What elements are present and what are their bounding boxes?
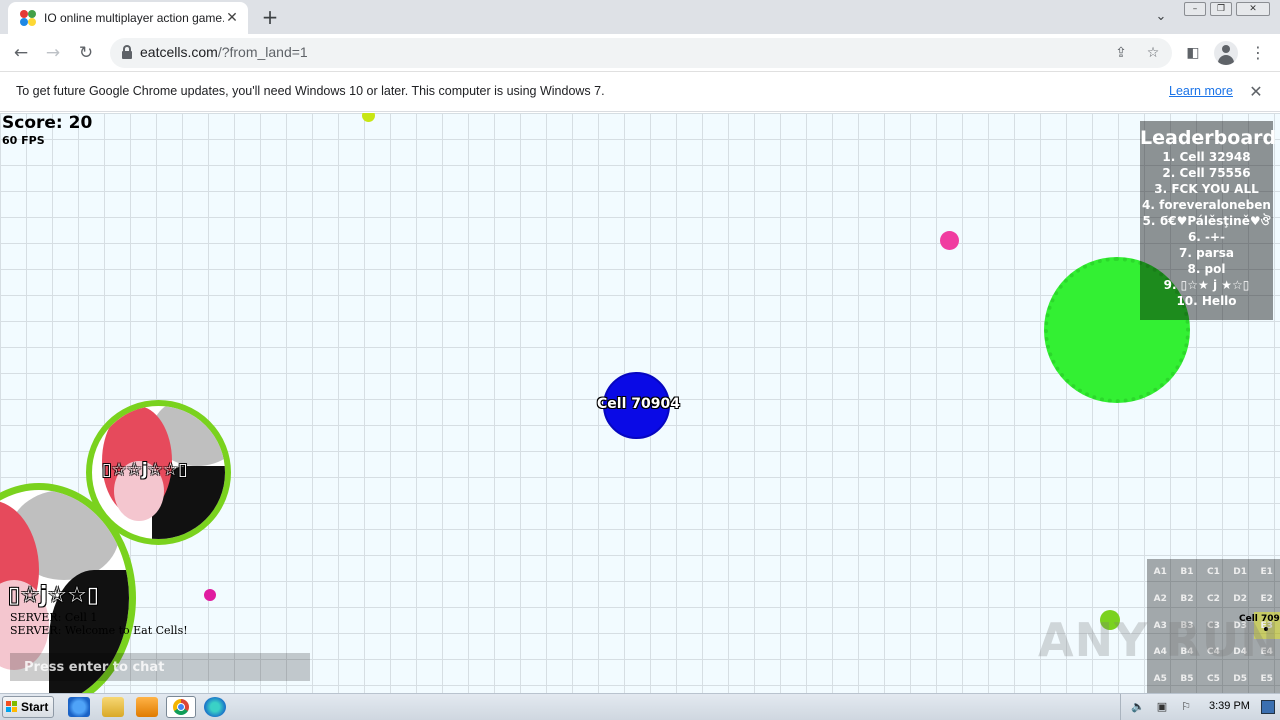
leaderboard: Leaderboard 1. Cell 32948 2. Cell 75556 3.… — [1140, 121, 1277, 320]
minimap-sector: A2 — [1153, 593, 1167, 604]
leaderboard-entry: 8. pol — [1187, 262, 1226, 276]
update-infobar: To get future Google Chrome updates, you… — [0, 72, 1280, 112]
leaderboard-entry: 10. Hello — [1176, 294, 1237, 308]
site-favicon-icon — [20, 10, 36, 26]
leaderboard-entry: 1. Cell 32948 — [1162, 150, 1251, 164]
minimap-sector: C1 — [1207, 567, 1220, 577]
minimap-sector: C2 — [1207, 593, 1220, 604]
volume-icon[interactable]: 🔈 — [1131, 700, 1145, 714]
minimap-sector: B2 — [1180, 593, 1194, 604]
minimap-sector: B1 — [1180, 567, 1194, 577]
leaderboard-entry: 3. FCK YOU ALL — [1154, 182, 1259, 196]
new-tab-button[interactable]: + — [258, 5, 282, 29]
leaderboard-title: Leaderboard — [1140, 127, 1277, 149]
infobar-close-icon[interactable]: ✕ — [1246, 82, 1266, 102]
minimap-sector: E5 — [1260, 674, 1273, 685]
browser-tab-strip: IO online multiplayer action game. Super… — [0, 0, 1280, 34]
food-pellet — [362, 113, 375, 122]
menu-kebab-icon[interactable]: ⋮ — [1247, 42, 1269, 64]
reload-icon[interactable]: ↻ — [73, 40, 99, 66]
anyrun-watermark: ANY RUN — [1038, 613, 1280, 667]
chat-log: SERVER: Cell 1 SERVER: Welcome to Eat Ce… — [10, 611, 188, 637]
show-desktop-icon[interactable] — [1261, 700, 1275, 714]
minimap-sector: D1 — [1233, 567, 1247, 577]
bookmark-star-icon[interactable]: ☆ — [1142, 42, 1164, 64]
minimap-sector: E1 — [1260, 567, 1273, 577]
leaderboard-entry: 4. foreveraloneben — [1142, 198, 1271, 212]
lock-icon[interactable] — [122, 45, 132, 59]
minimap-sector: A5 — [1153, 674, 1167, 685]
minimap-sector: C5 — [1207, 674, 1220, 685]
internet-explorer-icon[interactable] — [68, 697, 90, 717]
browser-tab[interactable]: IO online multiplayer action game. Super… — [8, 2, 248, 34]
food-pellet — [204, 589, 216, 601]
start-button[interactable]: Start — [2, 696, 54, 718]
taskbar-clock[interactable]: 3:39 PM — [1209, 700, 1250, 712]
action-center-flag-icon[interactable]: ⚐ — [1179, 700, 1193, 714]
windows-logo-icon — [6, 701, 18, 713]
system-tray: 🔈 ▣ ⚐ 3:39 PM — [1120, 694, 1280, 720]
tab-close-icon[interactable]: ✕ — [224, 10, 240, 26]
chat-message: SERVER: Cell 1 — [10, 611, 98, 624]
media-player-icon[interactable] — [136, 697, 158, 717]
restore-window-button[interactable]: ❐ — [1210, 2, 1232, 16]
leaderboard-entry: 7. parsa — [1179, 246, 1234, 260]
learn-more-link[interactable]: Learn more — [1169, 84, 1233, 98]
address-bar[interactable]: eatcells.com/?from_land=1 ⇪ ☆ — [110, 38, 1172, 68]
leaderboard-entry: 2. Cell 75556 — [1162, 166, 1251, 180]
leaderboard-entry: 9. ▯☆★ j ★☆▯ — [1163, 278, 1250, 292]
back-arrow-icon[interactable]: ← — [8, 40, 34, 66]
close-window-button[interactable]: ✕ — [1236, 2, 1270, 16]
fps-display: 60 FPS — [2, 134, 45, 147]
profile-avatar-icon[interactable] — [1214, 41, 1238, 65]
tab-search-chevron-icon[interactable]: ⌄ — [1150, 6, 1172, 28]
leaderboard-entry: 5. ϭ€♥Pálěsţině♥ঔ — [1142, 214, 1271, 228]
tab-title: IO online multiplayer action game. Super — [44, 11, 224, 25]
minimap-sector: B5 — [1180, 674, 1194, 685]
start-label: Start — [21, 700, 49, 714]
score-display: Score: 20 — [2, 113, 93, 133]
minimap-sector: A1 — [1153, 567, 1167, 577]
chat-input[interactable] — [10, 653, 310, 681]
skinned-cell-name: ▯☆j☆☆▯ — [8, 583, 99, 608]
forward-arrow-icon[interactable]: → — [40, 40, 66, 66]
share-icon[interactable]: ⇪ — [1110, 42, 1132, 64]
side-panel-icon[interactable]: ◧ — [1182, 42, 1204, 64]
leaderboard-list: 1. Cell 32948 2. Cell 75556 3. FCK YOU ALL… — [1140, 149, 1273, 309]
minimap-sector: D5 — [1233, 674, 1247, 685]
minimize-window-button[interactable]: – — [1184, 2, 1206, 16]
food-pellet — [940, 231, 959, 250]
minimap-sector: D2 — [1233, 593, 1247, 604]
browser-toolbar: ← → ↻ eatcells.com/?from_land=1 ⇪ ☆ ◧ ⋮ — [0, 34, 1280, 72]
infobar-message: To get future Google Chrome updates, you… — [16, 84, 605, 98]
leaderboard-entry: 6. -+- — [1187, 230, 1226, 244]
file-explorer-icon[interactable] — [102, 697, 124, 717]
player-cell-name: Cell 70904 — [597, 396, 680, 412]
edge-icon[interactable] — [204, 697, 226, 717]
windows-taskbar: Start 🔈 ▣ ⚐ 3:39 PM — [0, 693, 1280, 720]
skinned-cell-name: ▯☆☆j☆☆▯ — [102, 460, 188, 480]
minimap-sector: E2 — [1260, 593, 1273, 604]
chrome-taskbar-button[interactable] — [166, 696, 196, 718]
network-icon[interactable]: ▣ — [1155, 700, 1169, 714]
url-text[interactable]: eatcells.com/?from_land=1 — [140, 44, 308, 60]
game-canvas[interactable]: Score: 20 60 FPS Cell 70904 ▯☆☆j☆☆▯ ▯☆j☆… — [0, 113, 1280, 693]
chrome-icon — [173, 699, 189, 715]
chat-message: SERVER: Welcome to Eat Cells! — [10, 624, 188, 637]
